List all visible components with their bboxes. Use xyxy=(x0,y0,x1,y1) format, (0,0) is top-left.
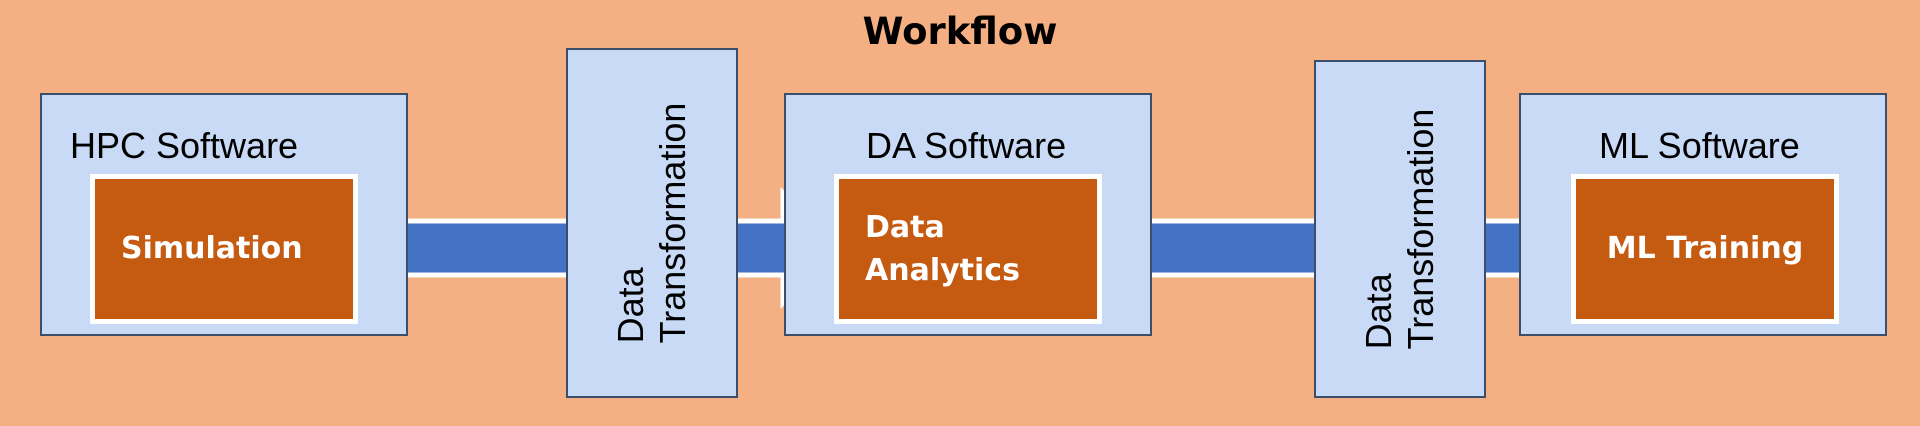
data-transformation-1-label: Data Transformation xyxy=(610,102,693,344)
simulation-label: Simulation xyxy=(121,231,303,267)
ml-training-block: ML Training xyxy=(1571,174,1839,324)
simulation-block: Simulation xyxy=(90,174,358,324)
data-transformation-1: Data Transformation xyxy=(566,48,738,398)
data-transformation-2: Data Transformation xyxy=(1314,60,1486,398)
da-software-label: DA Software xyxy=(866,125,1067,166)
ml-software-label: ML Software xyxy=(1599,125,1800,166)
data-analytics-block: Data Analytics xyxy=(834,174,1102,324)
ml-training-label: ML Training xyxy=(1606,231,1804,267)
hpc-software-label: HPC Software xyxy=(70,125,299,166)
data-analytics-label-line2: Analytics xyxy=(865,253,1020,288)
diagram-title: Workflow xyxy=(862,10,1058,53)
data-transformation-2-label: Data Transformation xyxy=(1358,108,1441,350)
data-analytics-label-line1: Data xyxy=(865,209,945,245)
